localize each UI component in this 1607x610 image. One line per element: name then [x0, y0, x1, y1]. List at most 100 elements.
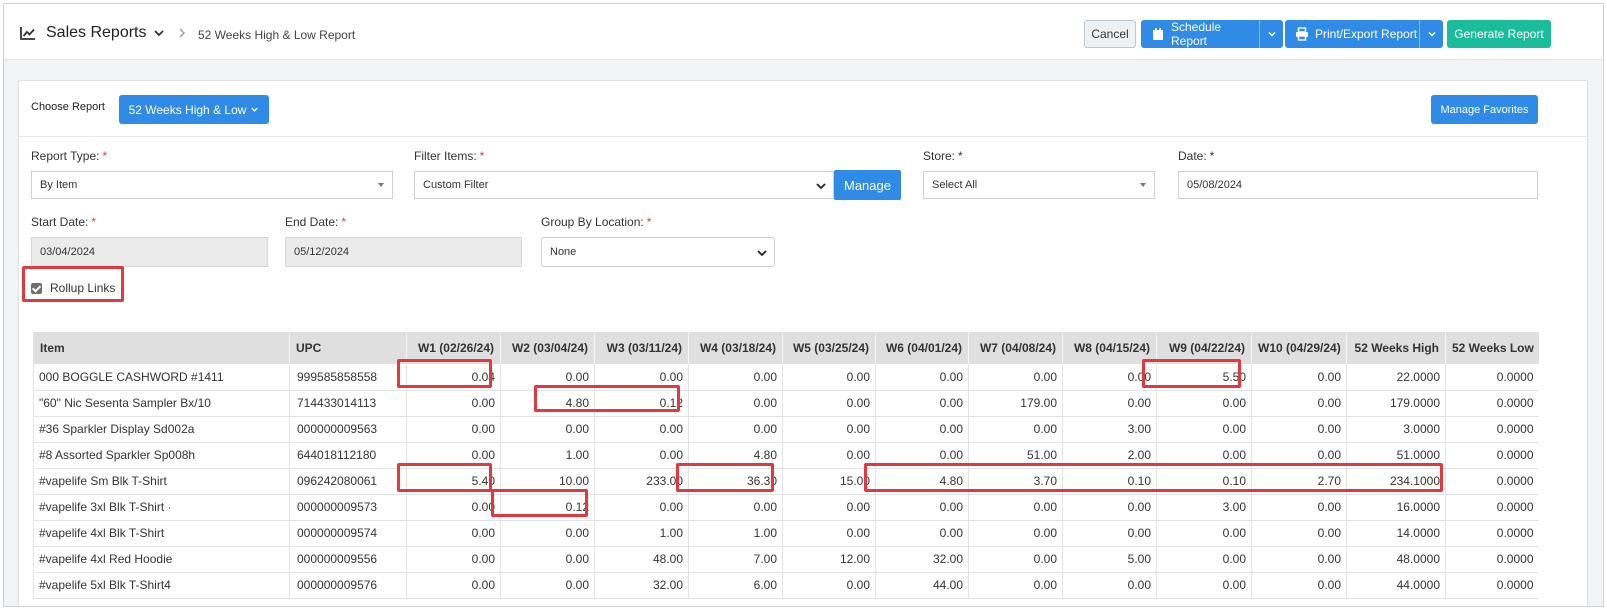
table-row[interactable]: #vapelife 5xl Blk T-Shirt4 000000009576 0.…: [33, 572, 1539, 599]
value-cell: 0.00: [875, 520, 969, 547]
rollup-links-checkbox[interactable]: Rollup Links: [31, 281, 115, 295]
cancel-button[interactable]: Cancel: [1084, 20, 1136, 48]
column-header[interactable]: W10 (04/29/24): [1251, 332, 1347, 364]
value-cell: 0.00: [500, 416, 595, 443]
value-cell: 0.00: [406, 390, 501, 417]
page-title: Sales Reports: [46, 24, 147, 41]
value-cell: 0.00: [1251, 416, 1347, 443]
column-header[interactable]: 52 Weeks High: [1346, 332, 1446, 364]
column-header[interactable]: W7 (04/08/24): [968, 332, 1063, 364]
value-cell: 0.00: [406, 520, 501, 547]
column-header[interactable]: W6 (04/01/24): [875, 332, 969, 364]
table-header-row: Item UPC W1 (02/26/24) W2 (03/04/24) W3 …: [33, 332, 1539, 364]
value-cell: 0.00: [782, 494, 876, 521]
column-header[interactable]: W5 (03/25/24): [782, 332, 876, 364]
manage-filter-button[interactable]: Manage: [834, 170, 901, 200]
chevron-down-icon: [251, 107, 259, 112]
column-header[interactable]: W1 (02/26/24): [406, 332, 501, 364]
report-type-select[interactable]: By Item: [31, 171, 393, 199]
upc-cell: 000000009563: [289, 416, 407, 443]
value-cell: 0.00: [500, 520, 595, 547]
table-row[interactable]: #8 Assorted Sparkler Sp008h 644018112180 0…: [33, 442, 1539, 469]
value-cell: 15.00: [782, 468, 876, 495]
value-cell: 0.00: [1251, 520, 1347, 547]
manage-filter-label: Manage: [844, 177, 891, 193]
column-header[interactable]: W8 (04/15/24): [1062, 332, 1157, 364]
value-cell: 0.00: [1251, 390, 1347, 417]
start-date-label: Start Date: *: [31, 215, 97, 229]
table-row[interactable]: #vapelife 4xl Blk T-Shirt 000000009574 0.0…: [33, 520, 1539, 547]
value-cell: 0.00: [782, 520, 876, 547]
column-header[interactable]: W2 (03/04/24): [500, 332, 595, 364]
print-dropdown-toggle[interactable]: [1419, 20, 1443, 48]
item-cell: #vapelife 4xl Red Hoodie: [33, 546, 290, 573]
column-header[interactable]: W9 (04/22/24): [1156, 332, 1252, 364]
value-cell: 0.00: [406, 494, 501, 521]
value-cell: 0.12: [594, 390, 689, 417]
item-cell: #vapelife 5xl Blk T-Shirt4: [33, 572, 290, 599]
column-header[interactable]: W4 (03/18/24): [688, 332, 783, 364]
value-cell: 0.00: [1156, 520, 1252, 547]
value-cell: 51.0000: [1346, 442, 1446, 469]
schedule-dropdown-toggle[interactable]: [1259, 20, 1283, 48]
chevron-down-icon[interactable]: [152, 26, 166, 40]
value-cell: 0.00: [1062, 572, 1157, 599]
manage-favorites-button[interactable]: Manage Favorites: [1431, 95, 1538, 124]
table-row[interactable]: #vapelife 3xl Blk T-Shirt · 000000009573 0…: [33, 494, 1539, 521]
value-cell: 234.1000: [1346, 468, 1446, 495]
rollup-links-label: Rollup Links: [50, 281, 116, 295]
value-cell: 0.0000: [1445, 520, 1539, 547]
value-cell: 32.00: [594, 572, 689, 599]
store-select[interactable]: Select All: [923, 171, 1155, 199]
value-cell: 0.04: [406, 364, 501, 391]
column-header[interactable]: Item: [33, 332, 290, 364]
value-cell: 0.00: [875, 442, 969, 469]
upc-cell: 000000009576: [289, 572, 407, 599]
value-cell: 0.00: [406, 416, 501, 443]
column-header[interactable]: 52 Weeks Low: [1445, 332, 1539, 364]
cancel-label: Cancel: [1091, 27, 1129, 41]
upc-cell: 644018112180: [289, 442, 407, 469]
checkbox-checked[interactable]: [31, 282, 42, 294]
value-cell: 0.12: [500, 494, 595, 521]
report-panel: Choose Report 52 Weeks High & Low Manage…: [18, 80, 1588, 606]
date-input[interactable]: 05/08/2024: [1178, 171, 1538, 199]
value-cell: 0.0000: [1445, 468, 1539, 495]
value-cell: 2.70: [1251, 468, 1347, 495]
value-cell: 1.00: [594, 520, 689, 547]
table-row[interactable]: #vapelife 4xl Red Hoodie 000000009556 0.00…: [33, 546, 1539, 573]
value-cell: 0.00: [406, 572, 501, 599]
value-cell: 6.00: [688, 572, 783, 599]
generate-report-button[interactable]: Generate Report: [1447, 20, 1551, 48]
chevron-down-icon: [1267, 31, 1276, 37]
value-cell: 4.80: [500, 390, 595, 417]
app-window: Sales Reports 52 Weeks High & Low Report…: [3, 3, 1604, 607]
column-header[interactable]: UPC: [289, 332, 407, 364]
choose-report-label: Choose Report: [31, 101, 105, 113]
store-value: Select All: [932, 179, 978, 191]
value-cell: 0.00: [1251, 442, 1347, 469]
item-cell: #vapelife Sm Blk T-Shirt: [33, 468, 290, 495]
value-cell: 0.00: [968, 416, 1063, 443]
filter-items-select[interactable]: Custom Filter: [414, 171, 834, 199]
column-header[interactable]: W3 (03/11/24): [594, 332, 689, 364]
value-cell: 0.00: [968, 546, 1063, 573]
schedule-report-button[interactable]: Schedule Report: [1141, 20, 1283, 48]
table-row[interactable]: #36 Sparkler Display Sd002a 000000009563 0…: [33, 416, 1539, 443]
value-cell: 0.00: [1251, 546, 1347, 573]
item-cell: #vapelife 4xl Blk T-Shirt: [33, 520, 290, 547]
choose-report-dropdown[interactable]: 52 Weeks High & Low: [119, 95, 269, 124]
table-row[interactable]: "60" Nic Sesenta Sampler Bx/10 7144330141…: [33, 390, 1539, 417]
upc-cell: 000000009573: [289, 494, 407, 521]
table-row[interactable]: 000 BOGGLE CASHWORD #1411 999585858558 0.0…: [33, 364, 1539, 391]
caret-down-icon: [378, 183, 384, 187]
table-row[interactable]: #vapelife Sm Blk T-Shirt 096242080061 5.40…: [33, 468, 1539, 495]
value-cell: 0.00: [1156, 416, 1252, 443]
value-cell: 5.00: [1062, 546, 1157, 573]
printer-icon: [1296, 27, 1308, 41]
value-cell: 0.10: [1062, 468, 1157, 495]
item-cell: 000 BOGGLE CASHWORD #1411: [33, 364, 290, 391]
print-export-button[interactable]: Print/Export Report: [1285, 20, 1443, 48]
group-by-location-select[interactable]: None: [541, 237, 775, 267]
item-cell: #8 Assorted Sparkler Sp008h: [33, 442, 290, 469]
